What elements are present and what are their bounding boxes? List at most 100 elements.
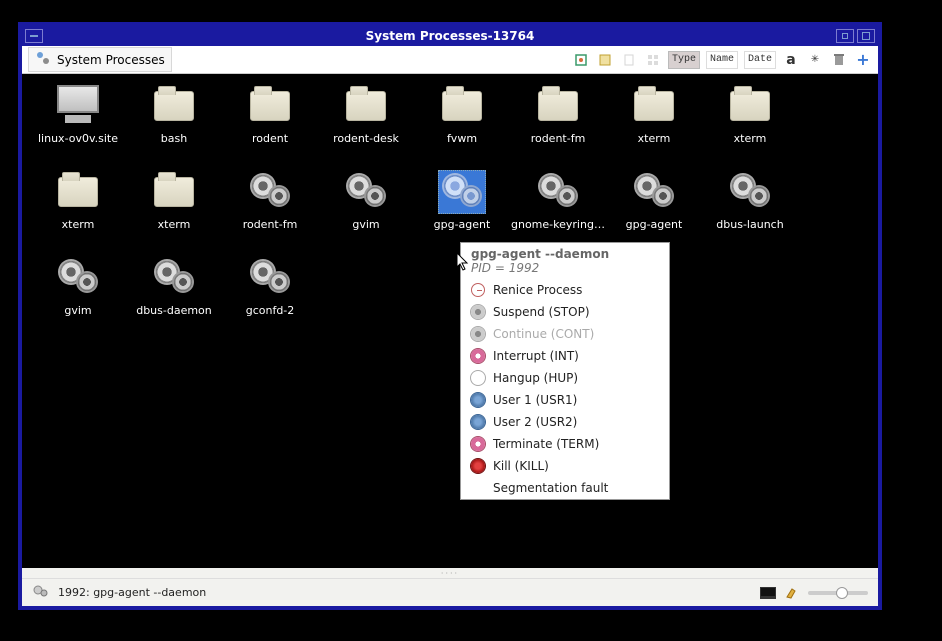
process-item[interactable]: xterm xyxy=(126,170,222,256)
ctx-item[interactable]: User 2 (USR2) xyxy=(461,411,669,433)
context-menu-header: gpg-agent --daemon PID = 1992 xyxy=(461,243,669,279)
toolbar: System Processes Type Name Date a ✳ + xyxy=(22,46,878,74)
font-icon[interactable]: a xyxy=(782,51,800,69)
folder-icon xyxy=(630,84,678,128)
context-menu: gpg-agent --daemon PID = 1992 Renice Pro… xyxy=(460,242,670,500)
maximize-button[interactable] xyxy=(857,29,875,43)
ctx-item[interactable]: Suspend (STOP) xyxy=(461,301,669,323)
gear-icon xyxy=(471,327,485,341)
app-window: System Processes-13764 System Processes … xyxy=(18,22,882,610)
process-item[interactable]: gvim xyxy=(318,170,414,256)
sort-date-button[interactable]: Date xyxy=(744,51,776,69)
process-grid[interactable]: linux-ov0v.site bash rodent rodent-desk fvwm… xyxy=(22,74,878,568)
gears-icon xyxy=(246,256,294,300)
ctx-item[interactable]: Segmentation fault xyxy=(461,477,669,499)
process-item[interactable]: rodent-fm xyxy=(510,84,606,170)
breadcrumb[interactable]: System Processes xyxy=(28,47,172,72)
process-item[interactable]: rodent-desk xyxy=(318,84,414,170)
process-label: xterm xyxy=(638,132,671,145)
status-text: 1992: gpg-agent --daemon xyxy=(58,586,206,599)
ctx-item[interactable]: Hangup (HUP) xyxy=(461,367,669,389)
ctx-item-label: Terminate (TERM) xyxy=(493,437,599,451)
resize-grip[interactable]: ···· xyxy=(22,568,878,578)
folder-icon xyxy=(534,84,582,128)
refresh-icon[interactable] xyxy=(572,51,590,69)
sort-type-button[interactable]: Type xyxy=(668,51,700,69)
gears-icon xyxy=(32,584,50,601)
gear-icon xyxy=(471,305,485,319)
ctx-command: gpg-agent --daemon xyxy=(471,247,659,261)
gears-icon xyxy=(150,256,198,300)
ctx-item-label: Interrupt (INT) xyxy=(493,349,579,363)
doc-icon[interactable] xyxy=(620,51,638,69)
ctx-item-label: Hangup (HUP) xyxy=(493,371,578,385)
process-label: xterm xyxy=(62,218,95,231)
window-menu-button[interactable] xyxy=(25,29,43,43)
clear-icon[interactable] xyxy=(784,587,800,599)
blue-icon xyxy=(471,393,485,407)
process-item[interactable]: gconfd-2 xyxy=(222,256,318,342)
process-label: dbus-daemon xyxy=(136,304,212,317)
process-item[interactable]: linux-ov0v.site xyxy=(30,84,126,170)
ctx-item[interactable]: User 1 (USR1) xyxy=(461,389,669,411)
folder-icon xyxy=(54,170,102,214)
process-item[interactable]: xterm xyxy=(702,84,798,170)
ctx-item[interactable]: Kill (KILL) xyxy=(461,455,669,477)
ctx-item[interactable]: Interrupt (INT) xyxy=(461,345,669,367)
process-label: xterm xyxy=(734,132,767,145)
folder-icon xyxy=(150,170,198,214)
process-label: gpg-agent xyxy=(626,218,683,231)
view-icon[interactable] xyxy=(644,51,662,69)
process-item[interactable]: dbus-launch xyxy=(702,170,798,256)
ctx-item-label: Continue (CONT) xyxy=(493,327,594,341)
process-item[interactable]: fvwm xyxy=(414,84,510,170)
process-label: fvwm xyxy=(447,132,477,145)
ctx-item-label: Renice Process xyxy=(493,283,582,297)
ctx-item-label: User 2 (USR2) xyxy=(493,415,577,429)
gears-icon xyxy=(630,170,678,214)
process-label: linux-ov0v.site xyxy=(38,132,118,145)
process-label: rodent-desk xyxy=(333,132,399,145)
minimize-button[interactable] xyxy=(836,29,854,43)
folder-icon xyxy=(246,84,294,128)
process-label: gconfd-2 xyxy=(246,304,295,317)
gears-light-icon xyxy=(438,170,486,214)
white-icon xyxy=(471,371,485,385)
ctx-pid: PID = 1992 xyxy=(471,261,659,275)
titlebar[interactable]: System Processes-13764 xyxy=(22,26,878,46)
sort-name-button[interactable]: Name xyxy=(706,51,738,69)
process-item[interactable]: bash xyxy=(126,84,222,170)
gears-icon xyxy=(54,256,102,300)
process-label: gvim xyxy=(64,304,91,317)
ctx-item-label: Kill (KILL) xyxy=(493,459,549,473)
process-item[interactable]: gvim xyxy=(30,256,126,342)
process-label: dbus-launch xyxy=(716,218,783,231)
process-label: gvim xyxy=(352,218,379,231)
statusbar: 1992: gpg-agent --daemon xyxy=(22,578,878,606)
add-button[interactable]: + xyxy=(854,51,872,69)
star-icon[interactable]: ✳ xyxy=(806,51,824,69)
clock-icon xyxy=(471,283,485,297)
ctx-item[interactable]: Renice Process xyxy=(461,279,669,301)
terminal-icon[interactable] xyxy=(760,587,776,599)
ctx-item: Continue (CONT) xyxy=(461,323,669,345)
gears-icon xyxy=(726,170,774,214)
ctx-item-label: Segmentation fault xyxy=(493,481,608,495)
new-icon[interactable] xyxy=(596,51,614,69)
process-item[interactable]: xterm xyxy=(30,170,126,256)
process-label: rodent xyxy=(252,132,288,145)
zoom-slider[interactable] xyxy=(808,591,868,595)
process-label: bash xyxy=(161,132,187,145)
process-item[interactable]: xterm xyxy=(606,84,702,170)
process-label: rodent-fm xyxy=(531,132,586,145)
trash-icon[interactable] xyxy=(830,51,848,69)
blue-icon xyxy=(471,415,485,429)
folder-icon xyxy=(726,84,774,128)
process-item[interactable]: dbus-daemon xyxy=(126,256,222,342)
process-item[interactable]: rodent-fm xyxy=(222,170,318,256)
process-item[interactable]: rodent xyxy=(222,84,318,170)
folder-icon xyxy=(150,84,198,128)
folder-icon xyxy=(342,84,390,128)
ctx-item[interactable]: Terminate (TERM) xyxy=(461,433,669,455)
pink-icon xyxy=(471,349,485,363)
